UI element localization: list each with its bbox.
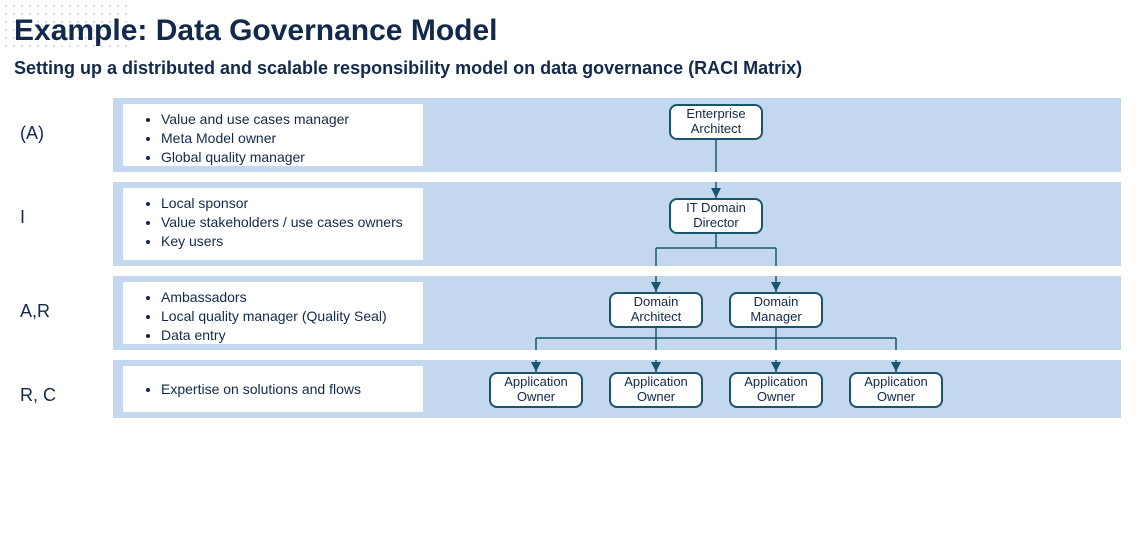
org-node-it-domain-director: IT Domain Director [669,198,763,234]
raci-band-label: R, C [20,359,112,406]
page-subtitle: Setting up a distributed and scalable re… [14,58,1122,79]
raci-band-label: (A) [20,97,112,144]
raci-roles-box: Local sponsor Value stakeholders / use c… [123,188,423,260]
raci-roles-box: Ambassadors Local quality manager (Quali… [123,282,423,344]
raci-roles-box: Expertise on solutions and flows [123,366,423,412]
raci-band-bar: Ambassadors Local quality manager (Quali… [112,275,1122,351]
role-item: Data entry [161,326,413,345]
org-node-app-owner: Application Owner [489,372,583,408]
org-node-app-owner: Application Owner [729,372,823,408]
role-item: Value and use cases manager [161,110,413,129]
raci-band-rc: R, C Expertise on solutions and flows Ap… [20,359,1122,419]
raci-diagram: (A) Value and use cases manager Meta Mod… [20,97,1122,419]
raci-roles-box: Value and use cases manager Meta Model o… [123,104,423,166]
role-item: Global quality manager [161,148,413,167]
role-item: Local sponsor [161,194,413,213]
role-item: Meta Model owner [161,129,413,148]
role-item: Ambassadors [161,288,413,307]
org-node-enterprise-architect: Enterprise Architect [669,104,763,140]
slide: Example: Data Governance Model Setting u… [0,0,1136,538]
raci-band-label: A,R [20,275,112,322]
raci-band-a: (A) Value and use cases manager Meta Mod… [20,97,1122,173]
raci-band-bar: Local sponsor Value stakeholders / use c… [112,181,1122,267]
role-item: Local quality manager (Quality Seal) [161,307,413,326]
raci-band-bar: Expertise on solutions and flows Applica… [112,359,1122,419]
org-node-app-owner: Application Owner [609,372,703,408]
raci-band-ar: A,R Ambassadors Local quality manager (Q… [20,275,1122,351]
page-title: Example: Data Governance Model [14,14,1122,48]
role-item: Value stakeholders / use cases owners [161,213,413,232]
org-node-domain-manager: Domain Manager [729,292,823,328]
org-node-app-owner: Application Owner [849,372,943,408]
org-node-domain-architect: Domain Architect [609,292,703,328]
role-item: Key users [161,232,413,251]
raci-band-bar: Value and use cases manager Meta Model o… [112,97,1122,173]
raci-band-i: I Local sponsor Value stakeholders / use… [20,181,1122,267]
raci-band-label: I [20,181,112,228]
role-item: Expertise on solutions and flows [161,380,361,399]
